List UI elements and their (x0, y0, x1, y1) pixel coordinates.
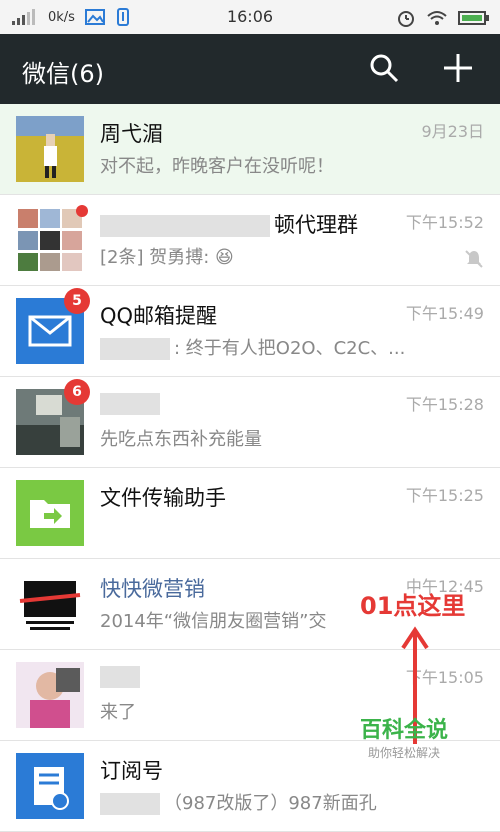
chat-name: 订阅号 (100, 759, 163, 783)
chat-name: 周弋湄 (100, 122, 163, 146)
chat-preview: 先吃点东西补充能量 (100, 429, 262, 450)
battery-icon (458, 11, 489, 25)
kuaikuai-avatar (16, 571, 84, 637)
chat-preview: 来了 (100, 702, 136, 723)
watermark-subtitle: 助你轻松解决 (368, 746, 441, 760)
chat-row-zhou[interactable]: 周弋湄 对不起，昨晚客户在没听呢！ 9月23日 (0, 104, 500, 195)
chat-name: QQ邮箱提醒 (100, 304, 218, 328)
unread-badge: 5 (64, 288, 90, 314)
unread-dot (76, 205, 88, 217)
chat-name (100, 664, 144, 688)
document-icon (16, 753, 84, 819)
group-avatar (16, 207, 84, 273)
chat-time: 下午15:25 (405, 486, 484, 505)
status-right (396, 8, 490, 28)
chat-preview: [2条] 贺勇搏: 😆 (100, 247, 234, 268)
chat-preview: 对不起，昨晚客户在没听呢！ (100, 156, 334, 177)
chat-name: 文件传输助手 (100, 486, 226, 510)
file-transfer-avatar (16, 480, 84, 546)
alarm-icon (398, 11, 414, 27)
blurred-sender (100, 338, 170, 360)
blurred-name (100, 666, 140, 688)
blurred-sender (100, 793, 160, 815)
blurred-name (100, 393, 160, 415)
chat-row-agent-group[interactable]: 顿代理群 [2条] 贺勇搏: 😆 下午15:52 (0, 195, 500, 286)
chat-row-contact[interactable]: 6 先吃点东西补充能量 下午15:28 (0, 377, 500, 468)
annotation-label: 01点这里 (360, 592, 466, 620)
app-bar: 微信(6) (0, 34, 500, 104)
avatar (16, 116, 84, 182)
chat-name: 顿代理群 (100, 209, 358, 239)
mute-bell-icon (465, 250, 483, 268)
brand-logo (16, 571, 84, 637)
app-title: 微信(6) (22, 60, 104, 88)
chat-time: 9月23日 (421, 122, 484, 141)
chat-preview: 2014年“微信朋友圈营销”交 (100, 611, 327, 632)
chat-row-file-transfer[interactable]: 文件传输助手 下午15:25 (0, 468, 500, 559)
avatar (16, 662, 84, 728)
subscriptions-avatar (16, 753, 84, 819)
chat-time: 下午15:28 (405, 395, 484, 414)
chat-name (100, 391, 164, 415)
plus-icon[interactable] (440, 50, 476, 86)
watermark: 百科全说 助你轻松解决 (360, 712, 470, 770)
blurred-name (100, 215, 270, 237)
search-icon[interactable] (368, 52, 400, 84)
chat-row-qq-mail[interactable]: 5 QQ邮箱提醒 : 终于有人把O2O、C2C、... 下午15:49 (0, 286, 500, 377)
chat-name: 快快微营销 (100, 577, 205, 601)
folder-icon (16, 480, 84, 546)
wifi-icon (427, 11, 447, 25)
chat-time: 下午15:49 (405, 304, 484, 323)
unread-badge: 6 (64, 379, 90, 405)
watermark-title: 百科全说 (360, 718, 449, 743)
chat-time: 下午15:52 (405, 213, 484, 232)
chat-preview: （987改版了）987新面孔 (100, 789, 377, 815)
status-bar: 0k/s 16:06 (0, 0, 500, 34)
chat-preview: : 终于有人把O2O、C2C、... (100, 334, 405, 360)
